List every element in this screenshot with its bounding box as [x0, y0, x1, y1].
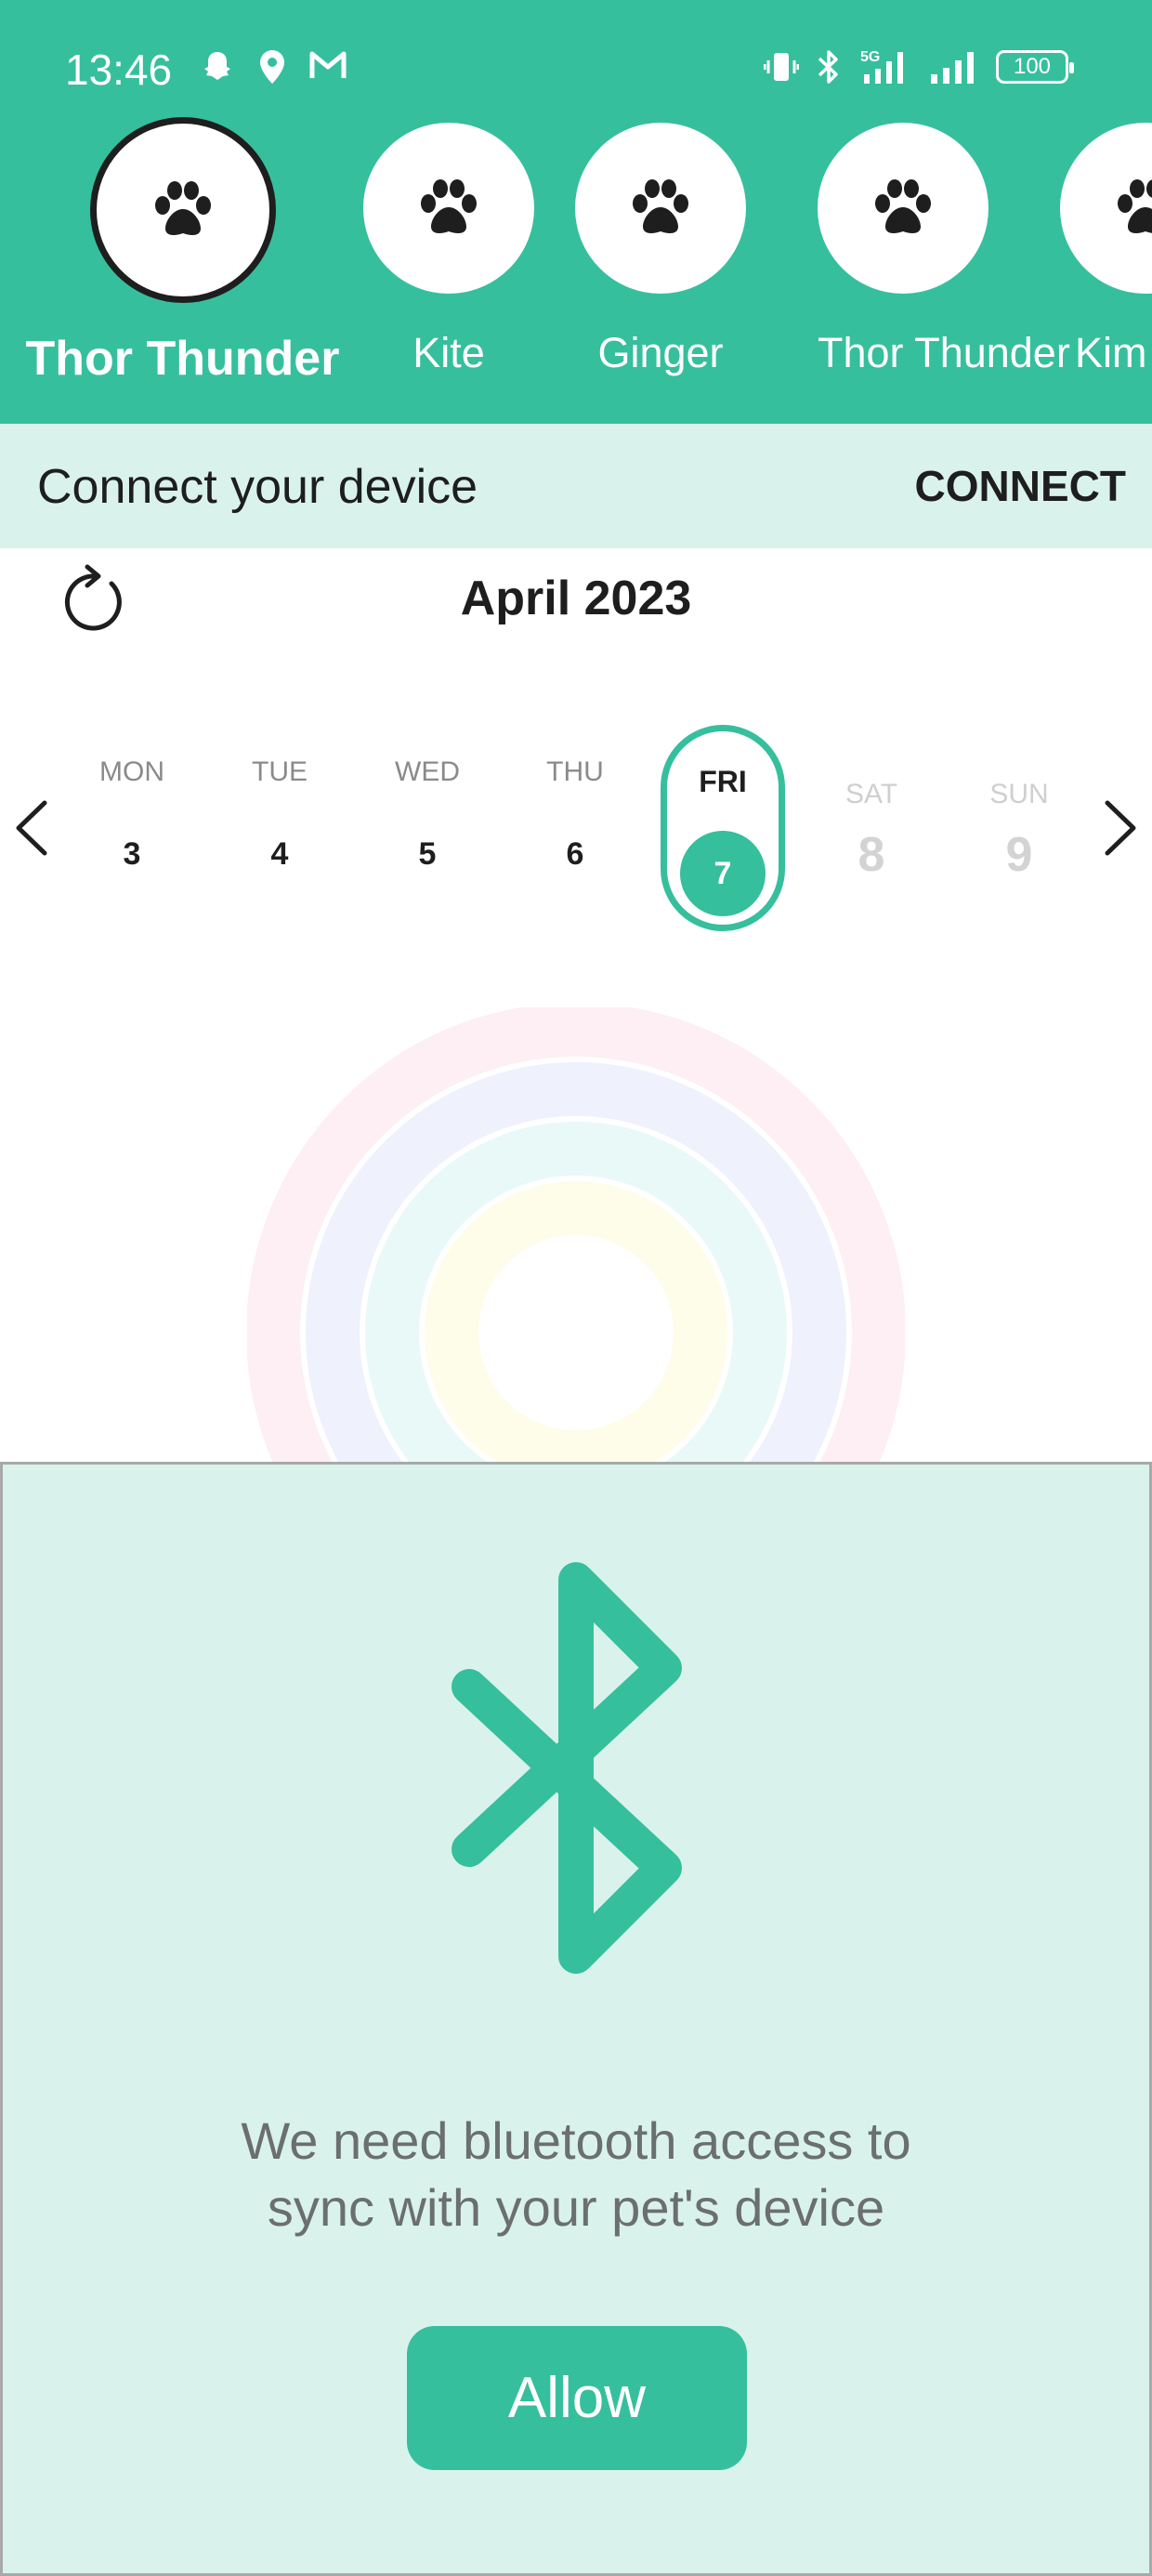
day-sun: SUN 9	[963, 779, 1075, 883]
pet-item[interactable]: Thor Thunder	[818, 123, 1070, 377]
day-mon[interactable]: MON 3	[76, 756, 188, 873]
day-name: SUN	[989, 779, 1049, 809]
pet-name: Thor Thunder	[818, 329, 1070, 376]
day-sat: SAT 8	[816, 779, 927, 883]
connect-device-bar: Connect your device CONNECT	[0, 424, 1152, 548]
svg-text:5G: 5G	[860, 49, 880, 65]
pet-avatar	[89, 117, 276, 303]
pet-name: Kim	[1075, 329, 1147, 376]
bluetooth-icon	[452, 1562, 682, 1974]
connect-button[interactable]: CONNECT	[915, 461, 1126, 511]
pet-avatar	[363, 123, 534, 294]
location-pin-icon	[260, 50, 284, 84]
system-icons: 5G 100	[764, 48, 1074, 85]
chevron-right-icon[interactable]	[1100, 797, 1141, 859]
status-time: 13:46	[65, 46, 173, 94]
day-number: 5	[418, 836, 437, 872]
pet-avatar	[1060, 123, 1152, 294]
paw-icon	[875, 179, 931, 234]
day-number: 8	[857, 828, 885, 882]
pet-item[interactable]: Kim	[1060, 123, 1152, 377]
battery-indicator: 100	[996, 50, 1074, 84]
pet-item[interactable]: Ginger	[575, 123, 746, 377]
day-name: WED	[395, 756, 460, 787]
bluetooth-icon	[818, 50, 838, 84]
paw-icon	[154, 181, 211, 236]
pet-header: 13:46 5G 100 Thor Thunder Kite Ginger Th…	[0, 0, 1152, 424]
chevron-left-icon[interactable]	[11, 797, 52, 859]
paw-icon	[1118, 179, 1152, 234]
day-name: FRI	[699, 765, 747, 798]
pet-item-selected[interactable]: Thor Thunder	[22, 117, 343, 387]
day-number: 7	[680, 831, 766, 916]
connect-device-text: Connect your device	[37, 460, 478, 514]
month-title: April 2023	[460, 572, 692, 625]
vibrate-icon	[764, 53, 799, 81]
activity-rings	[247, 1007, 905, 1472]
signal-icon	[931, 52, 974, 84]
pet-name: Ginger	[597, 329, 724, 376]
pet-item[interactable]: Kite	[363, 123, 534, 377]
day-name: MON	[99, 756, 164, 787]
gmail-icon	[309, 51, 347, 78]
snapchat-icon	[204, 52, 230, 80]
notification-icons	[199, 48, 347, 85]
paw-icon	[633, 179, 688, 234]
pet-avatar	[575, 123, 746, 294]
day-number: 6	[566, 836, 584, 872]
day-tue[interactable]: TUE 4	[224, 756, 335, 873]
day-wed[interactable]: WED 5	[372, 756, 483, 873]
paw-icon	[421, 179, 477, 234]
activity-ring-inner	[425, 1181, 727, 1472]
day-thu[interactable]: THU 6	[519, 756, 631, 873]
bluetooth-message-line1: We need bluetooth access to	[241, 2111, 911, 2170]
day-number: 3	[123, 836, 141, 872]
pet-avatar	[818, 123, 988, 294]
day-number: 9	[1005, 828, 1033, 882]
pet-name: Thor Thunder	[25, 332, 340, 386]
day-fri-selected[interactable]: FRI 7	[661, 725, 785, 931]
day-name: TUE	[252, 756, 308, 787]
day-name: SAT	[844, 779, 898, 809]
allow-button[interactable]: Allow	[407, 2326, 747, 2470]
signal-5g-icon: 5G	[860, 49, 903, 84]
pet-name: Kite	[412, 329, 485, 376]
day-name: THU	[546, 756, 604, 787]
day-number: 4	[270, 836, 289, 872]
bluetooth-message-line2: sync with your pet's device	[267, 2178, 885, 2237]
bluetooth-message: We need bluetooth access to sync with yo…	[0, 2108, 1152, 2241]
